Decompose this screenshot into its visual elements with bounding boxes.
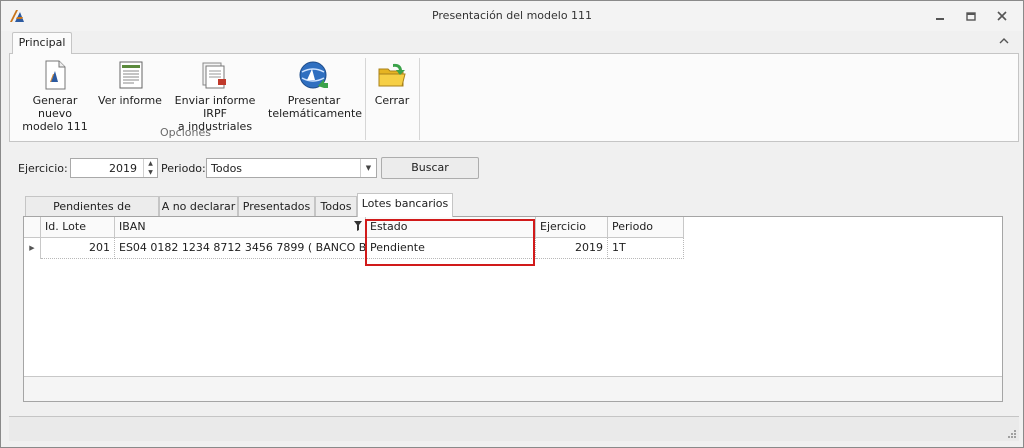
- resize-grip-icon[interactable]: [1007, 429, 1017, 439]
- column-header-estado[interactable]: Estado: [366, 217, 536, 238]
- status-bar: [9, 416, 1019, 441]
- tab-lotes-bancarios[interactable]: Lotes bancarios: [357, 193, 453, 217]
- column-header-iban-label: IBAN: [119, 220, 146, 233]
- view-report-button[interactable]: Ver informe: [98, 56, 162, 107]
- close-button[interactable]: [991, 5, 1013, 27]
- chevron-down-icon[interactable]: ▼: [360, 159, 376, 177]
- periodo-label: Periodo:: [161, 162, 206, 175]
- ribbon-group-separator: [365, 58, 366, 140]
- search-button[interactable]: Buscar: [381, 157, 479, 179]
- globe-upload-icon: [299, 61, 328, 89]
- close-icon: [997, 11, 1007, 21]
- ribbon-tab-principal[interactable]: Principal: [12, 32, 72, 54]
- grid-header: Id. Lote IBAN Estado Ejercicio Periodo: [24, 217, 1002, 238]
- generate-model-label-2: modelo 111: [22, 120, 88, 133]
- lotes-grid: Id. Lote IBAN Estado Ejercicio Periodo ▶…: [23, 216, 1003, 402]
- spinner-up-icon[interactable]: ▲: [144, 159, 157, 168]
- tab-todos[interactable]: Todos: [315, 196, 357, 216]
- tab-presentados[interactable]: Presentados: [238, 196, 315, 216]
- folder-exit-icon: [378, 63, 406, 87]
- minimize-button[interactable]: [929, 5, 951, 27]
- restore-button[interactable]: [960, 5, 982, 27]
- cell-id-lote[interactable]: 201: [41, 238, 115, 259]
- periodo-select[interactable]: Todos ▼: [206, 158, 377, 178]
- cell-estado[interactable]: Pendiente: [366, 238, 536, 259]
- cell-ejercicio[interactable]: 2019: [536, 238, 608, 259]
- periodo-value: Todos: [211, 162, 243, 175]
- ribbon-panel: Generar nuevo modelo 111 Ver informe Env…: [9, 53, 1019, 142]
- cell-iban[interactable]: ES04 0182 1234 8712 3456 7899 ( BANCO BI…: [115, 238, 366, 259]
- window-title: Presentación del modelo 111: [431, 9, 593, 22]
- tab-no-declarar[interactable]: A no declarar: [159, 196, 238, 216]
- column-header-periodo[interactable]: Periodo: [608, 217, 684, 238]
- filter-icon[interactable]: [354, 221, 362, 231]
- column-header-id-lote[interactable]: Id. Lote: [41, 217, 115, 238]
- ribbon-group-separator-2: [419, 58, 420, 140]
- tab-pendientes[interactable]: Pendientes de presentar: [25, 196, 159, 232]
- ribbon-group-label: Opciones: [160, 126, 211, 139]
- send-irpf-report-button[interactable]: Enviar informe IRPF a industriales: [165, 56, 265, 133]
- view-report-label: Ver informe: [98, 94, 162, 107]
- row-indicator-header: [24, 217, 41, 238]
- close-form-button[interactable]: Cerrar: [368, 56, 416, 107]
- ejercicio-spinner[interactable]: 2019 ▲ ▼: [70, 158, 158, 178]
- report-icon: [119, 61, 143, 89]
- submit-online-label-1: Presentar: [287, 94, 341, 107]
- document-new-icon: [45, 60, 66, 90]
- grid-footer: [24, 376, 1002, 401]
- submit-online-label-2: telemáticamente: [268, 107, 363, 120]
- send-irpf-label-1: Enviar informe IRPF: [174, 94, 256, 120]
- main-window: Presentación del modelo 111 Principal Ge…: [0, 0, 1024, 448]
- ejercicio-label: Ejercicio:: [18, 162, 68, 175]
- cell-periodo[interactable]: 1T: [608, 238, 684, 259]
- restore-icon: [966, 12, 976, 21]
- generate-model-button[interactable]: Generar nuevo modelo 111: [15, 56, 95, 133]
- chevron-up-icon: [999, 38, 1009, 44]
- ribbon-collapse-icon[interactable]: [998, 37, 1010, 49]
- spinner-buttons[interactable]: ▲ ▼: [143, 159, 157, 177]
- column-header-iban[interactable]: IBAN: [115, 217, 366, 238]
- column-header-ejercicio[interactable]: Ejercicio: [536, 217, 608, 238]
- submit-online-button[interactable]: Presentar telemáticamente: [268, 56, 363, 120]
- close-form-label: Cerrar: [374, 94, 410, 107]
- row-indicator[interactable]: ▶: [24, 238, 41, 259]
- spinner-down-icon[interactable]: ▼: [144, 168, 157, 177]
- minimize-icon: [936, 18, 944, 20]
- send-report-icon: [202, 62, 226, 89]
- title-bar: Presentación del modelo 111: [1, 1, 1023, 31]
- ejercicio-value: 2019: [109, 162, 137, 175]
- generate-model-label-1: Generar nuevo: [32, 94, 78, 120]
